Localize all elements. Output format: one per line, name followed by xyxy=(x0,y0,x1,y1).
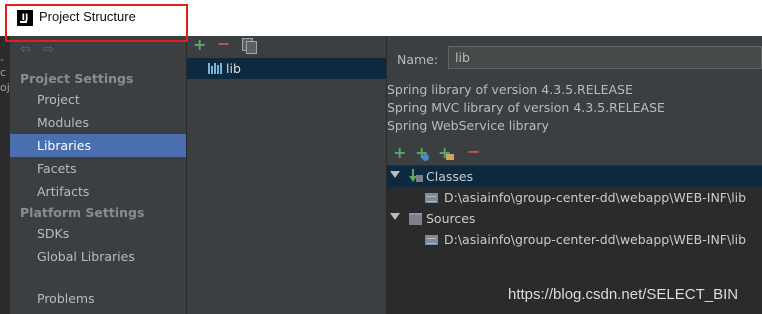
add-library-icon[interactable]: + xyxy=(193,37,206,53)
jar-directory-icon xyxy=(425,235,438,245)
libraries-toolbar: + − xyxy=(187,36,386,57)
sidebar-item-modules[interactable]: Modules xyxy=(10,111,186,134)
sidebar-item-global-libraries[interactable]: Global Libraries xyxy=(10,245,186,268)
name-label: Name: xyxy=(397,52,439,67)
library-description-line: Spring WebService library xyxy=(387,118,549,133)
background-text-fragment: -c xyxy=(0,53,7,79)
sidebar-item-libraries[interactable]: Libraries xyxy=(10,134,186,157)
settings-sidebar: ⇦ ⇨ Project Settings Project Modules Lib… xyxy=(10,36,186,314)
expand-arrow-icon[interactable] xyxy=(390,171,400,178)
section-project-settings: Project Settings xyxy=(20,71,134,86)
sidebar-item-project[interactable]: Project xyxy=(10,88,186,111)
sidebar-item-sdks[interactable]: SDKs xyxy=(10,222,186,245)
background-window-edge: -c oj xyxy=(0,36,10,314)
copy-library-icon[interactable] xyxy=(242,38,258,54)
tree-node-sources-path[interactable]: D:\asiainfo\group-center-dd\webapp\WEB-I… xyxy=(387,229,762,250)
classes-root-icon xyxy=(408,168,423,184)
title-highlight-box xyxy=(5,4,188,42)
library-icon xyxy=(208,63,222,74)
tree-node-classes[interactable]: Classes xyxy=(387,166,762,187)
list-item-library[interactable]: lib xyxy=(187,58,386,79)
sources-label: Sources xyxy=(426,211,476,226)
back-forward-arrows-icon[interactable]: ⇦ ⇨ xyxy=(20,42,58,57)
libraries-list-panel: + − lib xyxy=(187,36,386,314)
sidebar-item-problems[interactable]: Problems xyxy=(10,287,186,310)
library-detail-panel: Name: lib Spring library of version 4.3.… xyxy=(387,36,762,314)
add-root-icon[interactable]: + xyxy=(393,145,406,161)
add-jar-icon[interactable]: + xyxy=(438,144,456,162)
classes-path: D:\asiainfo\group-center-dd\webapp\WEB-I… xyxy=(444,190,747,205)
library-roots-toolbar: + + + − xyxy=(387,142,762,164)
library-name-field[interactable]: lib xyxy=(448,46,762,69)
library-name: lib xyxy=(226,61,241,76)
expand-arrow-icon[interactable] xyxy=(390,213,400,220)
library-description-line: Spring library of version 4.3.5.RELEASE xyxy=(387,82,633,97)
remove-root-icon[interactable]: − xyxy=(467,144,480,160)
watermark-text: https://blog.csdn.net/SELECT_BIN xyxy=(508,286,739,303)
jar-directory-icon xyxy=(425,193,438,203)
tree-node-classes-path[interactable]: D:\asiainfo\group-center-dd\webapp\WEB-I… xyxy=(387,187,762,208)
tree-node-sources[interactable]: Sources xyxy=(387,208,762,229)
sidebar-item-facets[interactable]: Facets xyxy=(10,157,186,180)
add-classes-icon[interactable]: + xyxy=(415,144,431,162)
background-text-fragment: oj xyxy=(0,81,10,94)
sidebar-item-artifacts[interactable]: Artifacts xyxy=(10,180,186,203)
library-description-line: Spring MVC library of version 4.3.5.RELE… xyxy=(387,100,665,115)
sources-path: D:\asiainfo\group-center-dd\webapp\WEB-I… xyxy=(444,232,747,247)
classes-label: Classes xyxy=(426,169,474,184)
sources-folder-icon xyxy=(409,213,422,225)
section-platform-settings: Platform Settings xyxy=(20,205,145,220)
remove-library-icon[interactable]: − xyxy=(217,36,230,52)
